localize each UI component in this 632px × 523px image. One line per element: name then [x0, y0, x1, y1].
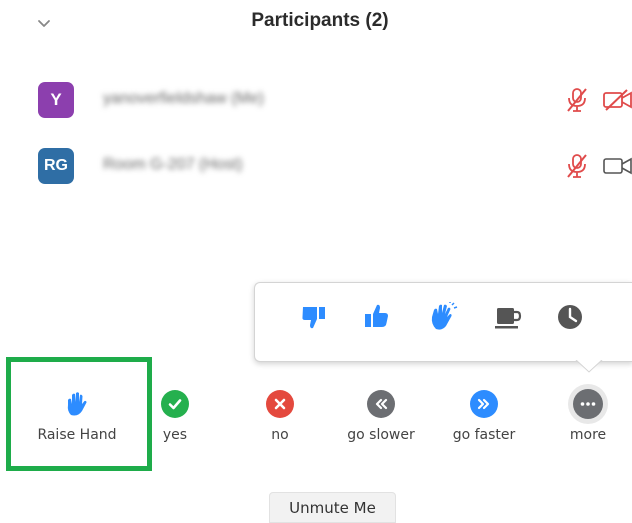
video-off-icon[interactable]	[603, 89, 632, 111]
checkmark-icon	[161, 390, 189, 418]
clock-icon[interactable]	[555, 302, 585, 332]
yes-button[interactable]: yes	[150, 383, 200, 453]
video-icon[interactable]	[603, 156, 632, 176]
panel-title: Participants (2)	[251, 10, 389, 31]
avatar: Y	[38, 82, 74, 118]
mic-muted-icon[interactable]	[566, 153, 588, 179]
thumbs-down-icon[interactable]	[299, 302, 329, 332]
more-icon	[573, 389, 603, 419]
participant-name: yanoverfieldshaw (Me)	[103, 90, 264, 107]
go-slower-label: go slower	[347, 427, 415, 443]
thumbs-up-icon[interactable]	[362, 302, 392, 332]
go-faster-label: go faster	[452, 427, 516, 443]
unmute-button[interactable]: Unmute Me	[269, 492, 396, 523]
raise-hand-icon	[63, 390, 91, 418]
mic-muted-icon[interactable]	[566, 87, 588, 113]
no-button[interactable]: no	[255, 383, 305, 453]
popover-caret	[575, 359, 603, 373]
participant-name: Room G-207 (Host)	[103, 156, 243, 173]
yes-label: yes	[162, 427, 188, 443]
go-slower-button[interactable]: go slower	[333, 383, 429, 453]
clap-icon[interactable]	[428, 302, 458, 332]
fast-forward-icon	[470, 390, 498, 418]
rewind-icon	[367, 390, 395, 418]
participant-row[interactable]: RG Room G-207 (Host)	[0, 148, 632, 188]
more-label: more	[569, 427, 607, 443]
no-label: no	[271, 427, 289, 443]
raise-hand-label: Raise Hand	[37, 427, 117, 443]
participant-row[interactable]: Y yanoverfieldshaw (Me)	[0, 82, 632, 122]
avatar: RG	[38, 148, 74, 184]
raise-hand-button[interactable]: Raise Hand	[18, 383, 136, 453]
close-icon	[266, 390, 294, 418]
go-faster-button[interactable]: go faster	[436, 383, 532, 453]
more-button[interactable]: more	[560, 383, 616, 453]
coffee-cup-icon[interactable]	[493, 302, 523, 332]
